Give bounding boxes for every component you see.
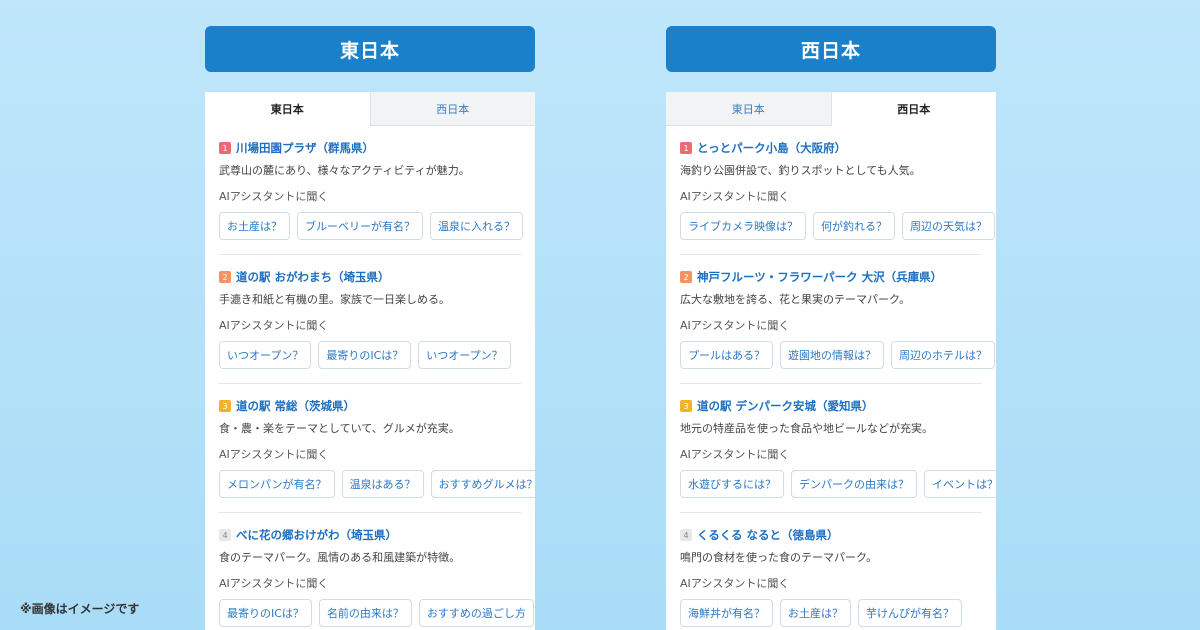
question-chip[interactable]: 周辺の天気は？ xyxy=(902,212,995,240)
question-chip[interactable]: 遊園地の情報は？ xyxy=(780,341,884,369)
question-chip[interactable]: おすすめの過ごし方 xyxy=(418,599,534,627)
east-tabs: 東日本 西日本 xyxy=(205,92,535,126)
question-chip[interactable]: 温泉に入れる？ xyxy=(430,212,523,240)
question-chip[interactable]: メロンパンが有名？ xyxy=(219,470,335,498)
west-column: 西日本 東日本 西日本 1 とっとパーク小島（大阪府） 海釣り公園併設で、釣りス… xyxy=(666,26,996,630)
question-chip[interactable]: 芋けんぴが有名？ xyxy=(858,599,962,627)
spot-description: 地元の特産品を使った食品や地ビールなどが充実。 xyxy=(680,422,933,435)
question-chip[interactable]: 名前の由来は？ xyxy=(318,599,412,627)
list-item: 3 道の駅 常総（茨城県） 食・農・楽をテーマとしていて、グルメが充実。 AIア… xyxy=(219,398,535,513)
spot-title-link[interactable]: 川場田園プラザ（群馬県） xyxy=(236,140,374,156)
tab-west[interactable]: 西日本 xyxy=(831,92,996,126)
spot-title-link[interactable]: 道の駅 デンパーク安城（愛知県） xyxy=(697,398,874,414)
question-chips: いつオープン？ 最寄りのICは？ いつオープン？ xyxy=(219,341,535,369)
rank-badge: 2 xyxy=(680,271,692,283)
list-item: 4 くるくる なると（徳島県） 鳴門の食材を使った食のテーマパーク。 AIアシス… xyxy=(680,527,982,630)
question-chip[interactable]: ライブカメラ映像は？ xyxy=(680,212,806,240)
east-column: 東日本 東日本 西日本 1 川場田園プラザ（群馬県） 武尊山の麓にあり、様々なア… xyxy=(205,26,535,630)
question-chip[interactable]: イベントは？ xyxy=(924,470,996,498)
ai-assistant-label: AIアシスタントに聞く xyxy=(680,319,790,332)
question-chip[interactable]: 水遊びするには？ xyxy=(680,470,784,498)
question-chip[interactable]: いつオープン？ xyxy=(418,341,511,369)
question-chip[interactable]: 最寄りのICは？ xyxy=(219,599,312,627)
ai-assistant-label: AIアシスタントに聞く xyxy=(680,577,790,590)
spot-title-link[interactable]: 道の駅 おがわまち（埼玉県） xyxy=(236,269,390,285)
ai-assistant-label: AIアシスタントに聞く xyxy=(680,190,790,203)
spot-description: 手漉き和紙と有機の里。家族で一日楽しめる。 xyxy=(219,293,450,306)
list-item: 1 とっとパーク小島（大阪府） 海釣り公園併設で、釣りスポットとしても人気。 A… xyxy=(680,140,995,255)
question-chip[interactable]: 温泉はある？ xyxy=(341,470,424,498)
east-region-button[interactable]: 東日本 xyxy=(205,26,535,72)
question-chip[interactable]: 何が釣れる？ xyxy=(813,212,895,240)
list-item: 3 道の駅 デンパーク安城（愛知県） 地元の特産品を使った食品や地ビールなどが充… xyxy=(680,398,996,513)
question-chip[interactable]: 最寄りのICは？ xyxy=(318,341,412,369)
question-chips: ライブカメラ映像は？ 何が釣れる？ 周辺の天気は？ xyxy=(680,212,996,240)
question-chip[interactable]: いつオープン？ xyxy=(219,341,312,369)
tab-east[interactable]: 東日本 xyxy=(666,92,832,126)
question-chips: プールはある？ 遊園地の情報は？ 周辺のホテルは？ xyxy=(680,341,996,369)
question-chip[interactable]: プールはある？ xyxy=(680,341,773,369)
question-chip[interactable]: デンパークの由来は？ xyxy=(791,470,917,498)
image-disclaimer: ※画像はイメージです xyxy=(20,602,140,616)
west-tabs: 東日本 西日本 xyxy=(666,92,996,126)
question-chips: 水遊びするには？ デンパークの由来は？ イベントは？ xyxy=(680,470,996,498)
question-chips: メロンパンが有名？ 温泉はある？ おすすめグルメは？ xyxy=(219,470,535,498)
spot-description: 食のテーマパーク。風情のある和風建築が特徴。 xyxy=(219,551,461,564)
ai-assistant-label: AIアシスタントに聞く xyxy=(219,577,329,590)
spot-description: 鳴門の食材を使った食のテーマパーク。 xyxy=(680,551,878,564)
list-item: 1 川場田園プラザ（群馬県） 武尊山の麓にあり、様々なアクティビティが魅力。 A… xyxy=(219,140,523,255)
question-chips: 最寄りのICは？ 名前の由来は？ おすすめの過ごし方 xyxy=(219,599,535,627)
question-chips: お土産は？ ブルーベリーが有名？ 温泉に入れる？ xyxy=(219,212,535,240)
spot-description: 武尊山の麓にあり、様々なアクティビティが魅力。 xyxy=(219,164,470,177)
question-chip[interactable]: お土産は？ xyxy=(780,599,851,627)
east-ranking-list: 1 川場田園プラザ（群馬県） 武尊山の麓にあり、様々なアクティビティが魅力。 A… xyxy=(205,126,535,630)
rank-badge: 3 xyxy=(219,400,231,412)
question-chip[interactable]: 周辺のホテルは？ xyxy=(891,341,995,369)
question-chip[interactable]: おすすめグルメは？ xyxy=(430,470,535,498)
question-chips: 海鮮丼が有名？ お土産は？ 芋けんぴが有名？ xyxy=(680,599,996,627)
west-panel: 東日本 西日本 1 とっとパーク小島（大阪府） 海釣り公園併設で、釣りスポットと… xyxy=(666,92,996,630)
rank-badge: 4 xyxy=(680,529,692,541)
spot-description: 海釣り公園併設で、釣りスポットとしても人気。 xyxy=(680,164,921,177)
list-item: 2 道の駅 おがわまち（埼玉県） 手漉き和紙と有機の里。家族で一日楽しめる。 A… xyxy=(219,269,521,384)
spot-title-link[interactable]: くるくる なると（徳島県） xyxy=(697,527,839,543)
spot-title-link[interactable]: べに花の郷おけがわ（埼玉県） xyxy=(236,527,397,543)
tab-west[interactable]: 西日本 xyxy=(369,92,535,126)
west-ranking-list: 1 とっとパーク小島（大阪府） 海釣り公園併設で、釣りスポットとしても人気。 A… xyxy=(666,126,996,630)
rank-badge: 1 xyxy=(219,142,231,154)
rank-badge: 2 xyxy=(219,271,231,283)
list-item: 4 べに花の郷おけがわ（埼玉県） 食のテーマパーク。風情のある和風建築が特徴。 … xyxy=(219,527,534,630)
spot-description: 食・農・楽をテーマとしていて、グルメが充実。 xyxy=(219,422,460,435)
list-item: 2 神戸フルーツ・フラワーパーク 大沢（兵庫県） 広大な敷地を誇る、花と果実のテ… xyxy=(680,269,995,384)
ai-assistant-label: AIアシスタントに聞く xyxy=(219,190,329,203)
question-chip[interactable]: 海鮮丼が有名？ xyxy=(680,599,773,627)
rank-badge: 4 xyxy=(219,529,231,541)
tab-east[interactable]: 東日本 xyxy=(205,92,370,126)
ai-assistant-label: AIアシスタントに聞く xyxy=(219,448,329,461)
question-chip[interactable]: ブルーベリーが有名？ xyxy=(297,212,423,240)
spot-title-link[interactable]: とっとパーク小島（大阪府） xyxy=(697,140,846,156)
east-panel: 東日本 西日本 1 川場田園プラザ（群馬県） 武尊山の麓にあり、様々なアクティビ… xyxy=(205,92,535,630)
ai-assistant-label: AIアシスタントに聞く xyxy=(219,319,329,332)
spot-title-link[interactable]: 道の駅 常総（茨城県） xyxy=(236,398,355,414)
question-chip[interactable]: お土産は？ xyxy=(219,212,290,240)
spot-description: 広大な敷地を誇る、花と果実のテーマパーク。 xyxy=(680,293,911,306)
rank-badge: 1 xyxy=(680,142,692,154)
rank-badge: 3 xyxy=(680,400,692,412)
spot-title-link[interactable]: 神戸フルーツ・フラワーパーク 大沢（兵庫県） xyxy=(697,269,942,285)
west-region-button[interactable]: 西日本 xyxy=(666,26,996,72)
ai-assistant-label: AIアシスタントに聞く xyxy=(680,448,790,461)
